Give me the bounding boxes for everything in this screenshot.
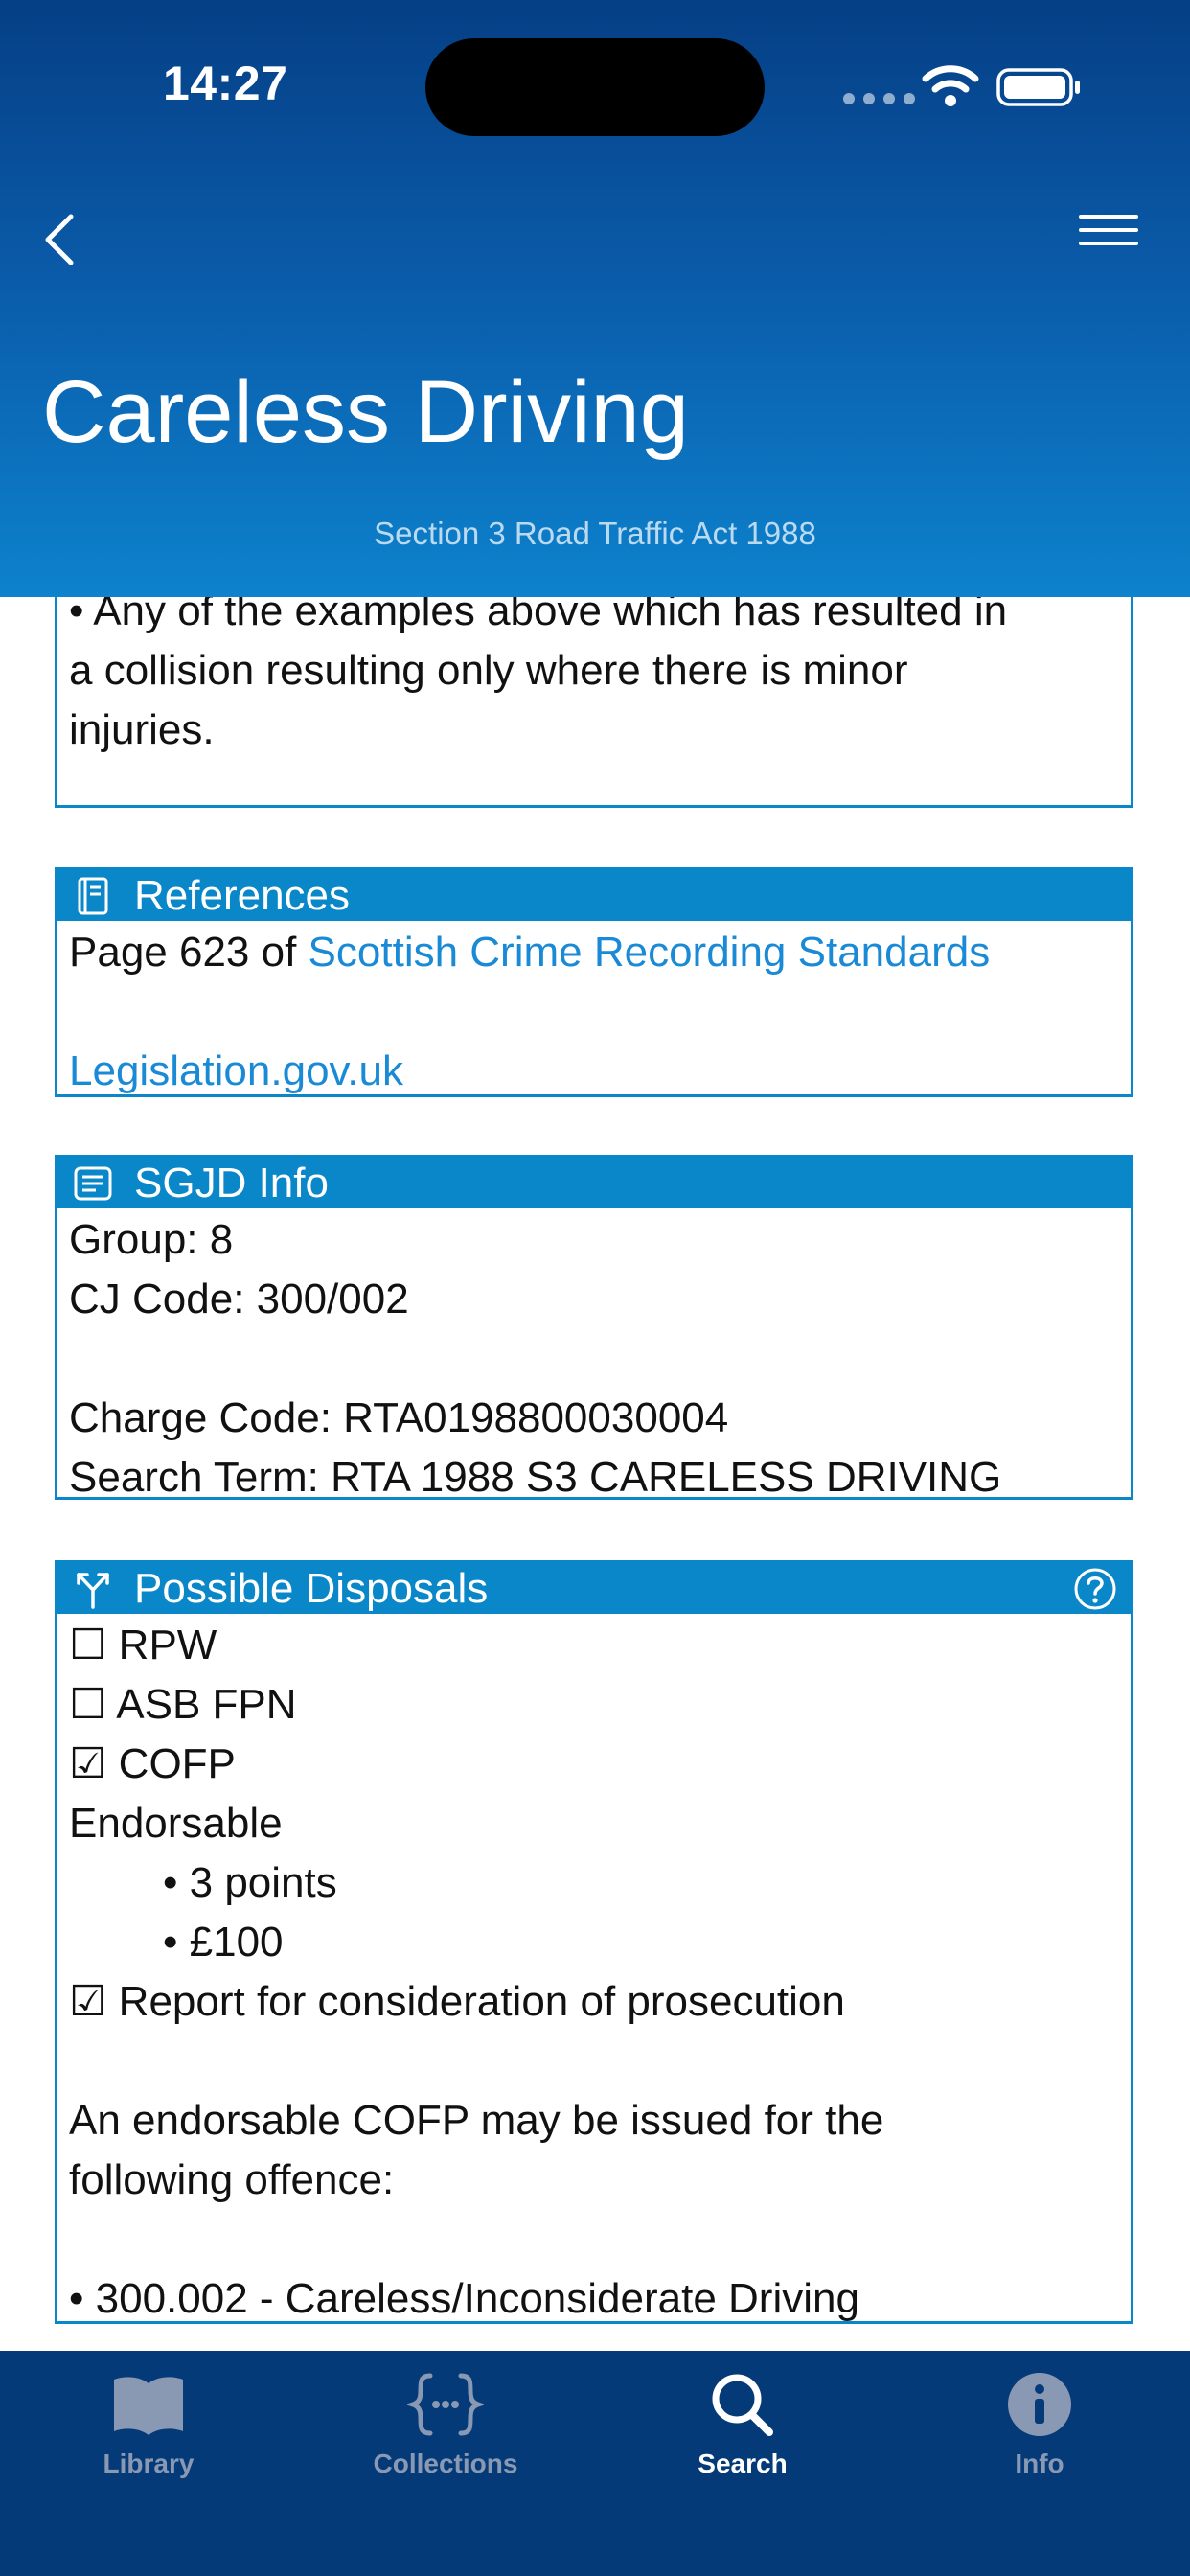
references-header: References bbox=[57, 870, 1131, 921]
tab-info[interactable]: Info bbox=[891, 2370, 1188, 2479]
sgjd-group: Group: 8 bbox=[69, 1216, 234, 1263]
disposal-asb-fpn-checkbox: ☐ ASB FPN bbox=[69, 1681, 297, 1728]
example-line: a collision resulting only where there i… bbox=[69, 647, 908, 694]
endorsable-fine: • £100 bbox=[163, 1919, 284, 1966]
tab-search-label: Search bbox=[698, 2449, 788, 2478]
tab-collections-label: Collections bbox=[373, 2449, 518, 2478]
sgjd-info-card: SGJD Info Group: 8 CJ Code: 300/002 Char… bbox=[55, 1155, 1133, 1501]
sgjd-info-title: SGJD Info bbox=[134, 1159, 329, 1207]
battery-icon bbox=[996, 68, 1080, 106]
sgjd-info-header: SGJD Info bbox=[57, 1158, 1131, 1208]
braces-icon bbox=[407, 2373, 484, 2436]
offence-code-item: • 300.002 - Careless/Inconsiderate Drivi… bbox=[69, 2275, 859, 2322]
book-reference-icon bbox=[78, 877, 108, 914]
possible-disposals-header: Possible Disposals bbox=[57, 1563, 1131, 1614]
offence-examples-card: • Any of the examples above which has re… bbox=[55, 597, 1133, 808]
nav-header: 14:27 Careless Driving Section 3 Road Tr… bbox=[0, 0, 1190, 597]
disposal-report-checkbox: ☑ Report for consideration of prosecutio… bbox=[69, 1978, 845, 2025]
status-time: 14:27 bbox=[163, 57, 288, 110]
legislation-link[interactable]: Legislation.gov.uk bbox=[69, 1047, 403, 1094]
back-chevron-icon[interactable] bbox=[34, 209, 92, 270]
disposal-cofp-checkbox: ☑ COFP bbox=[69, 1740, 236, 1787]
info-icon bbox=[1008, 2373, 1071, 2436]
tab-bar: Library Collections Search Info bbox=[0, 2351, 1190, 2576]
tab-library[interactable]: Library bbox=[0, 2370, 297, 2479]
example-line: injuries. bbox=[69, 706, 215, 753]
wifi-icon bbox=[922, 65, 979, 106]
example-line: • Any of the examples above which has re… bbox=[69, 597, 1008, 634]
search-icon bbox=[712, 2374, 773, 2436]
references-card: References Page 623 of Scottish Crime Re… bbox=[55, 867, 1133, 1097]
endorsable-points: • 3 points bbox=[163, 1859, 337, 1906]
cellular-signal-icon bbox=[843, 93, 915, 104]
cofp-note-line: An endorsable COFP may be issued for the bbox=[69, 2097, 884, 2144]
cofp-note-line: following offence: bbox=[69, 2156, 395, 2203]
page-title: Careless Driving bbox=[42, 363, 689, 461]
tab-info-label: Info bbox=[1015, 2449, 1064, 2478]
document-lines-icon bbox=[74, 1166, 112, 1200]
branch-split-icon bbox=[77, 1572, 109, 1609]
possible-disposals-title: Possible Disposals bbox=[134, 1564, 489, 1612]
tab-library-label: Library bbox=[103, 2449, 195, 2478]
help-question-icon[interactable] bbox=[1073, 1567, 1117, 1611]
menu-icon[interactable] bbox=[1077, 211, 1140, 249]
page-reference-text: Page 623 of bbox=[69, 929, 309, 976]
scrs-link[interactable]: Scottish Crime Recording Standards bbox=[309, 929, 991, 976]
disposal-rpw-checkbox: ☐ RPW bbox=[69, 1622, 217, 1668]
book-icon bbox=[114, 2377, 183, 2435]
references-title: References bbox=[134, 871, 351, 919]
tab-search[interactable]: Search bbox=[594, 2370, 891, 2479]
sgjd-charge-code: Charge Code: RTA0198800030004 bbox=[69, 1394, 729, 1441]
endorsable-label: Endorsable bbox=[69, 1800, 283, 1847]
tab-collections[interactable]: Collections bbox=[297, 2370, 594, 2479]
sgjd-search-term: Search Term: RTA 1988 S3 CARELESS DRIVIN… bbox=[69, 1454, 1002, 1501]
content-scroll-area[interactable]: • Any of the examples above which has re… bbox=[0, 597, 1190, 2351]
dynamic-island bbox=[425, 38, 765, 136]
page-subtitle: Section 3 Road Traffic Act 1988 bbox=[374, 516, 816, 551]
possible-disposals-card: Possible Disposals ☐ RPW ☐ ASB FPN ☑ COF… bbox=[55, 1560, 1133, 2324]
sgjd-cj-code: CJ Code: 300/002 bbox=[69, 1276, 409, 1322]
